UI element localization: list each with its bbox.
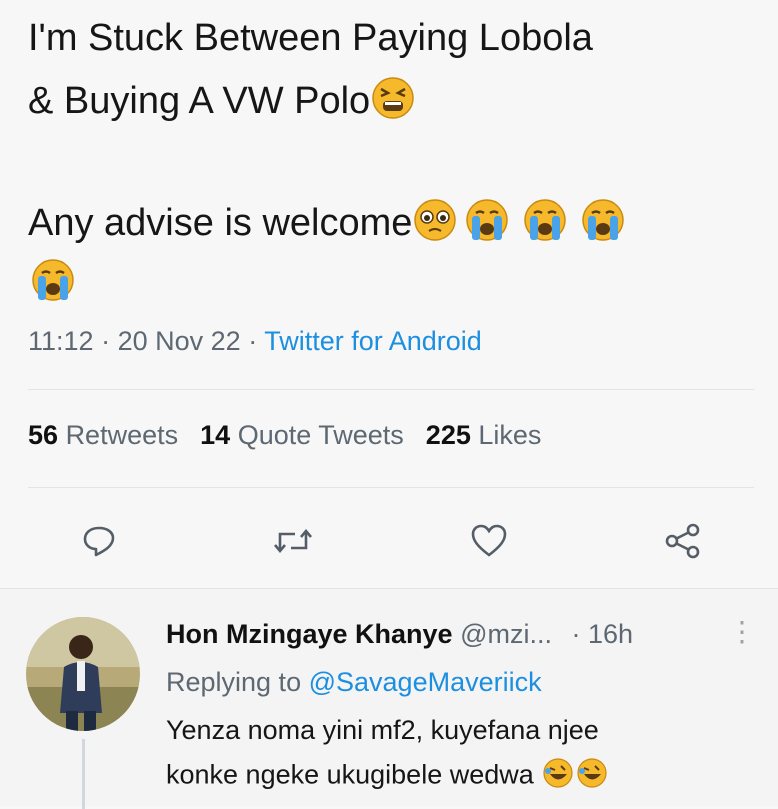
loudly-crying-face-emoji-icon — [28, 258, 78, 312]
pleading-face-emoji-icon — [412, 198, 458, 252]
replying-to-handle[interactable]: @SavageMaveriick — [309, 667, 542, 697]
tweet-action-bar — [0, 516, 778, 566]
reply-text-line-2: konke ngeke ukugibele wedwa — [166, 757, 609, 796]
reply-button[interactable] — [74, 516, 124, 566]
loudly-crying-face-emoji-icon — [458, 198, 516, 252]
tweet-stats: 56 Retweets 14 Quote Tweets 225 Likes — [28, 420, 541, 451]
reply-age: · 16h — [571, 619, 634, 649]
reply-author-handle[interactable]: @mzi... — [460, 619, 552, 649]
tweet-text-line-3: Any advise is welcome — [28, 198, 632, 252]
share-button[interactable] — [658, 516, 708, 566]
quote-tweets-stat[interactable]: 14 Quote Tweets — [200, 420, 404, 450]
reply-author-name[interactable]: Hon Mzingaye Khanye — [166, 619, 453, 649]
loudly-crying-face-emoji-icon — [574, 198, 632, 252]
retweet-icon — [274, 528, 312, 554]
tweet-text-line-4 — [28, 258, 78, 312]
tweet-source-link[interactable]: Twitter for Android — [264, 326, 482, 356]
replying-to: Replying to @SavageMaveriick — [166, 667, 542, 698]
divider — [28, 389, 754, 390]
likes-stat[interactable]: 225 Likes — [426, 420, 542, 450]
rolling-on-floor-laughing-emoji-icon — [541, 757, 575, 796]
retweet-button[interactable] — [268, 516, 318, 566]
thread-line — [82, 739, 85, 809]
reply-text-line-1: Yenza noma yini mf2, kuyefana njee — [166, 715, 599, 745]
tweet-timestamp: 11:12 · 20 Nov 22 · Twitter for Android — [28, 326, 482, 357]
reply-header: Hon Mzingaye Khanye @mzi... · 16h — [166, 619, 633, 650]
like-button[interactable] — [464, 516, 514, 566]
replying-to-label: Replying to — [166, 667, 302, 697]
tweet-time: 11:12 — [28, 326, 94, 356]
avatar[interactable] — [26, 617, 140, 731]
tweet-date: 20 Nov 22 — [117, 326, 241, 356]
tired-face-emoji-icon — [370, 76, 416, 130]
retweets-stat[interactable]: 56 Retweets — [28, 420, 178, 450]
loudly-crying-face-emoji-icon — [516, 198, 574, 252]
reply-text-line-2-text: konke ngeke ukugibele wedwa — [166, 759, 534, 790]
more-options-icon[interactable]: ⋮ — [728, 615, 756, 648]
avatar-image — [26, 617, 140, 731]
reply-icon — [83, 526, 115, 557]
like-icon — [471, 524, 507, 557]
tweet-text-line-2: & Buying A VW Polo — [28, 76, 416, 130]
tweet-text-line-1: I'm Stuck Between Paying Lobola — [28, 17, 593, 59]
tweet-text-line-3-text: Any advise is welcome — [28, 202, 413, 245]
rolling-on-floor-laughing-emoji-icon — [575, 757, 609, 796]
main-tweet: I'm Stuck Between Paying Lobola & Buying… — [0, 0, 778, 588]
share-icon — [665, 523, 700, 559]
meta-separator: · — [101, 326, 111, 356]
meta-separator: · — [248, 326, 258, 356]
divider — [28, 487, 754, 488]
reply-tweet[interactable]: Hon Mzingaye Khanye @mzi... · 16h ⋮ Repl… — [0, 588, 778, 809]
tweet-text-line-2-text: & Buying A VW Polo — [28, 80, 371, 123]
